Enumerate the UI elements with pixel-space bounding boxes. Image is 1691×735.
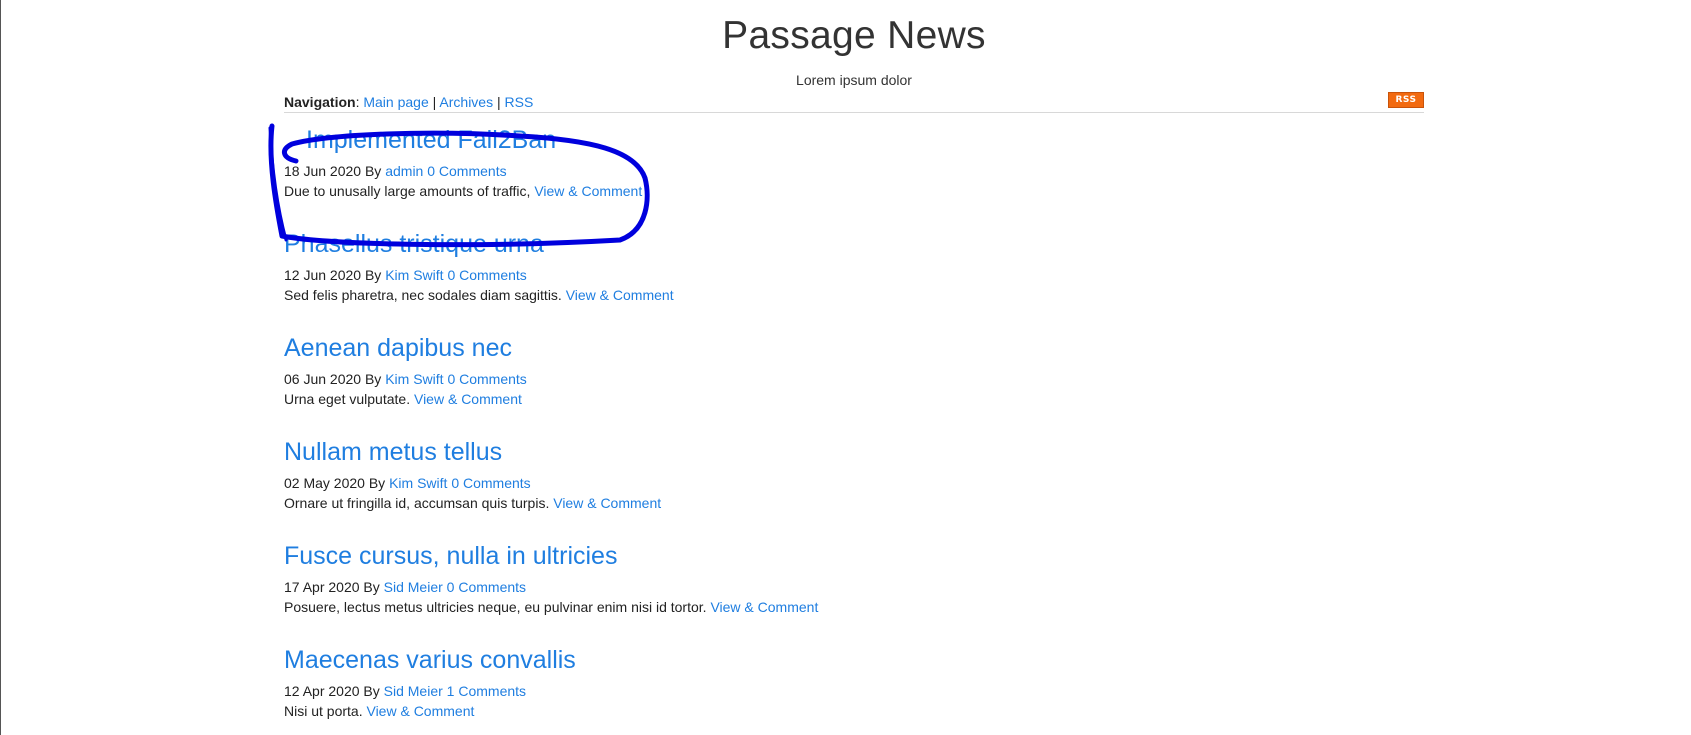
view-comment-link[interactable]: View & Comment [566, 287, 674, 303]
post-date: 18 Jun 2020 [284, 163, 362, 179]
post-excerpt-text: Urna eget vulputate. [284, 391, 411, 407]
post-date: 12 Jun 2020 [284, 267, 362, 283]
nav-link-main-page[interactable]: Main page [363, 94, 428, 110]
nav-separator: | [496, 94, 501, 110]
post-excerpt: Urna eget vulputate. View & Comment [284, 389, 1384, 409]
view-comment-link[interactable]: View & Comment [366, 703, 474, 719]
navigation-label: Navigation [284, 94, 356, 110]
post-meta: 06 Jun 2020 By Kim Swift 0 Comments [284, 369, 1384, 389]
navigation-colon: : [355, 94, 360, 110]
post-date: 02 May 2020 [284, 475, 365, 491]
post-title-link[interactable]: Fusce cursus, nulla in ultricies [284, 541, 1384, 571]
rss-feed-icon[interactable]: RSS [1388, 92, 1424, 108]
post-comments-link[interactable]: 1 Comments [447, 683, 526, 699]
post-excerpt: Due to unusally large amounts of traffic… [284, 181, 1384, 201]
view-comment-link[interactable]: View & Comment [710, 599, 818, 615]
post-by: By [368, 475, 386, 491]
post-meta: 12 Apr 2020 By Sid Meier 1 Comments [284, 681, 1384, 701]
post-date: 06 Jun 2020 [284, 371, 362, 387]
post-title-link[interactable]: Aenean dapibus nec [284, 333, 1384, 363]
nav-link-rss[interactable]: RSS [505, 94, 534, 110]
post-excerpt: Posuere, lectus metus ultricies neque, e… [284, 597, 1384, 617]
post-excerpt-text: Ornare ut fringilla id, accumsan quis tu… [284, 495, 550, 511]
post-comments-link[interactable]: 0 Comments [447, 267, 526, 283]
post-item: Maecenas varius convallis 12 Apr 2020 By… [284, 645, 1384, 721]
post-author-link[interactable]: Kim Swift [385, 371, 443, 387]
post-item: Phasellus tristique urna 12 Jun 2020 By … [284, 229, 1384, 305]
post-title-link[interactable]: Nullam metus tellus [284, 437, 1384, 467]
post-title-link[interactable]: Implemented Fail2Ban [284, 125, 1384, 155]
post-meta: 17 Apr 2020 By Sid Meier 0 Comments [284, 577, 1384, 597]
post-title-link[interactable]: Phasellus tristique urna [284, 229, 1384, 259]
post-item: Aenean dapibus nec 06 Jun 2020 By Kim Sw… [284, 333, 1384, 409]
post-date: 12 Apr 2020 [284, 683, 360, 699]
post-author-link[interactable]: Sid Meier [384, 579, 443, 595]
post-meta: 18 Jun 2020 By admin 0 Comments [284, 161, 1384, 181]
post-comments-link[interactable]: 0 Comments [451, 475, 530, 491]
window-left-border [0, 0, 1, 735]
post-by: By [363, 579, 380, 595]
post-meta: 02 May 2020 By Kim Swift 0 Comments [284, 473, 1384, 493]
post-title-link[interactable]: Maecenas varius convallis [284, 645, 1384, 675]
view-comment-link[interactable]: View & Comment [553, 495, 661, 511]
post-excerpt: Sed felis pharetra, nec sodales diam sag… [284, 285, 1384, 305]
post-excerpt-text: Nisi ut porta. [284, 703, 363, 719]
post-by: By [364, 163, 382, 179]
post-date: 17 Apr 2020 [284, 579, 360, 595]
post-meta: 12 Jun 2020 By Kim Swift 0 Comments [284, 265, 1384, 285]
post-by: By [364, 371, 382, 387]
post-excerpt-text: Due to unusally large amounts of traffic… [284, 183, 531, 199]
header-divider [284, 112, 1424, 113]
post-comments-link[interactable]: 0 Comments [447, 579, 526, 595]
post-author-link[interactable]: Kim Swift [389, 475, 447, 491]
view-comment-link[interactable]: View & Comment [534, 183, 642, 199]
site-title: Passage News [722, 14, 986, 57]
post-item: Nullam metus tellus 02 May 2020 By Kim S… [284, 437, 1384, 513]
post-by: By [364, 267, 382, 283]
post-comments-link[interactable]: 0 Comments [447, 371, 526, 387]
post-excerpt: Nisi ut porta. View & Comment [284, 701, 1384, 721]
post-comments-link[interactable]: 0 Comments [427, 163, 506, 179]
post-author-link[interactable]: admin [385, 163, 423, 179]
nav-link-archives[interactable]: Archives [439, 94, 493, 110]
post-excerpt: Ornare ut fringilla id, accumsan quis tu… [284, 493, 1384, 513]
view-comment-link[interactable]: View & Comment [414, 391, 522, 407]
post-excerpt-text: Posuere, lectus metus ultricies neque, e… [284, 599, 707, 615]
post-author-link[interactable]: Sid Meier [384, 683, 443, 699]
nav-separator: | [432, 94, 437, 110]
post-author-link[interactable]: Kim Swift [385, 267, 443, 283]
site-tagline: Lorem ipsum dolor [796, 72, 912, 88]
post-excerpt-text: Sed felis pharetra, nec sodales diam sag… [284, 287, 562, 303]
post-item: Implemented Fail2Ban 18 Jun 2020 By admi… [284, 125, 1384, 201]
post-item: Fusce cursus, nulla in ultricies 17 Apr … [284, 541, 1384, 617]
post-by: By [363, 683, 380, 699]
navigation-bar: Navigation: Main page | Archives | RSS [284, 94, 533, 110]
